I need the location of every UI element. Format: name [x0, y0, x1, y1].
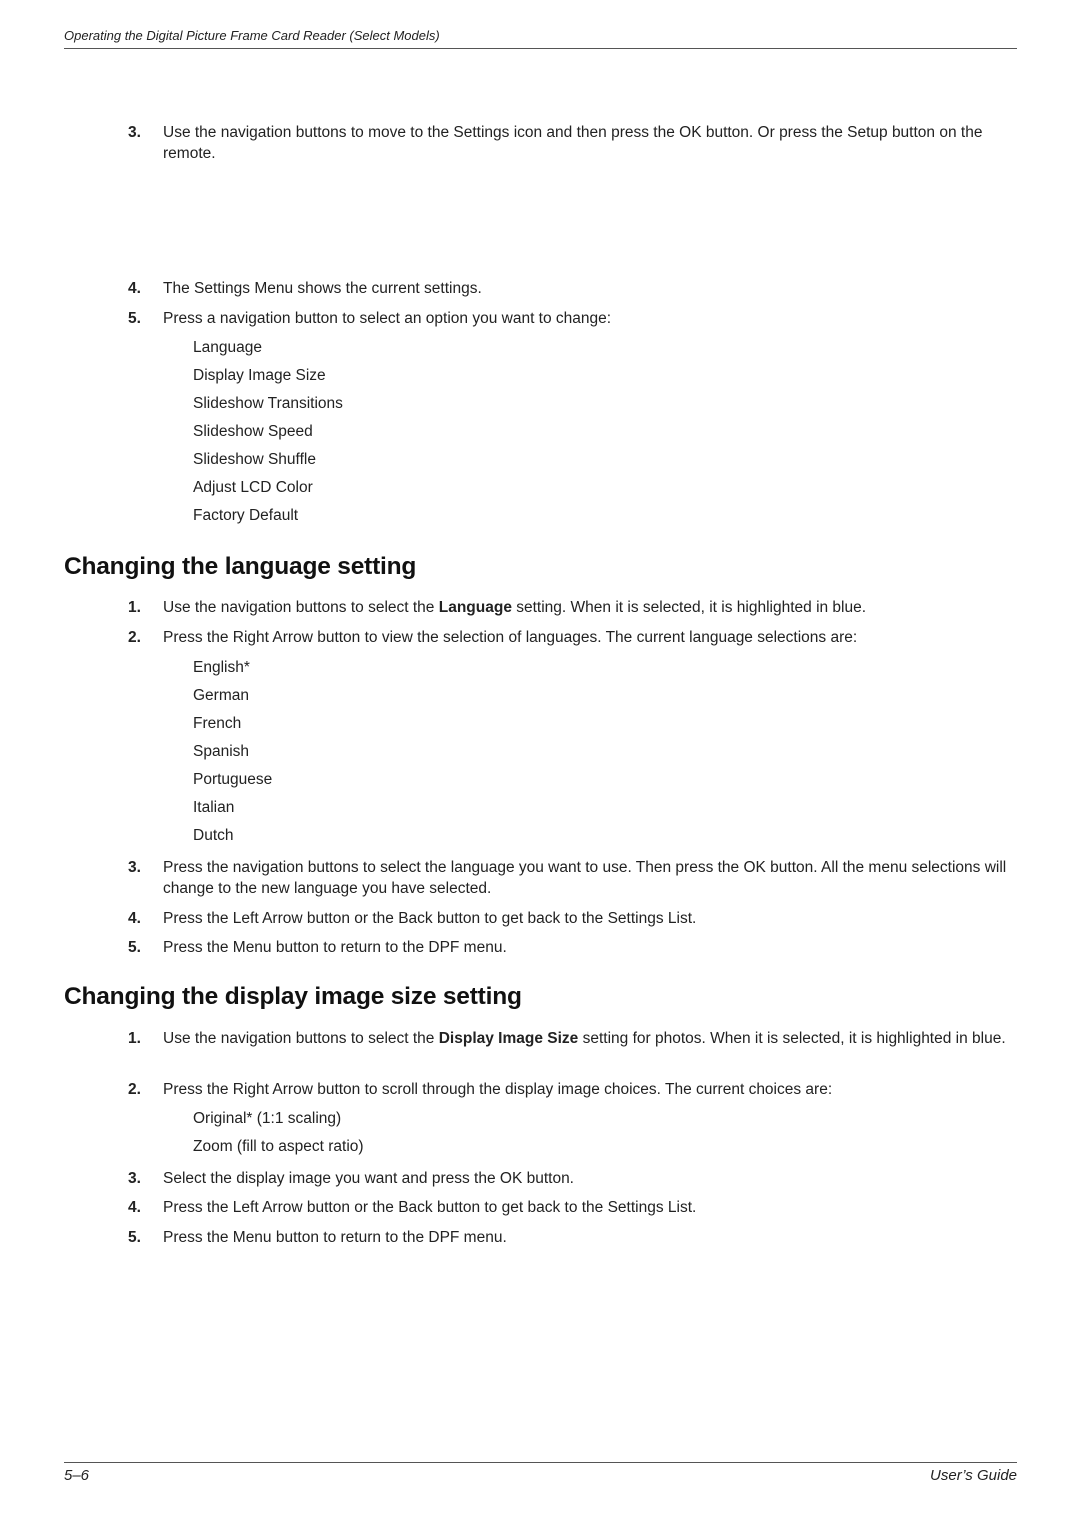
- step-text-bold: Language: [438, 599, 512, 616]
- step-text: Select the display image you want and pr…: [163, 1170, 574, 1187]
- step-text: Press the Left Arrow button or the Back …: [163, 1199, 697, 1216]
- language-section-heading: Changing the language setting: [64, 553, 417, 580]
- language-option: French: [193, 715, 242, 732]
- display-choice: Zoom (fill to aspect ratio): [193, 1138, 364, 1155]
- step-text: Press the navigation buttons to select t…: [163, 859, 1007, 897]
- step-number: 3.: [128, 859, 141, 876]
- intro-step-4: 4. The Settings Menu shows the current s…: [64, 278, 1019, 299]
- language-option: Portuguese: [193, 771, 273, 788]
- display-step-4: 4. Press the Left Arrow button or the Ba…: [64, 1197, 1019, 1218]
- header-rule: [64, 48, 1017, 49]
- step-number: 1.: [128, 599, 141, 616]
- display-choices-list: Original* (1:1 scaling) Zoom (fill to as…: [64, 1105, 1019, 1161]
- language-options-list: English* German French Spanish Portugues…: [64, 654, 1019, 850]
- display-section-heading: Changing the display image size setting: [64, 983, 522, 1010]
- step-number: 2.: [128, 629, 141, 646]
- guide-title: User’s Guide: [930, 1467, 1017, 1484]
- settings-option: Slideshow Transitions: [193, 395, 343, 412]
- step-number: 4.: [128, 910, 141, 927]
- language-step-2: 2. Press the Right Arrow button to view …: [64, 627, 1019, 648]
- step-number: 3.: [128, 1170, 141, 1187]
- step-text-post: setting for photos. When it is selected,…: [578, 1030, 1006, 1047]
- running-header: Operating the Digital Picture Frame Card…: [64, 28, 440, 43]
- language-option: Italian: [193, 799, 235, 816]
- step-text-pre: Use the navigation buttons to select the: [163, 1030, 439, 1047]
- step-text: Press a navigation button to select an o…: [163, 310, 612, 327]
- language-step-1: 1. Use the navigation buttons to select …: [64, 597, 1019, 618]
- display-step-5: 5. Press the Menu button to return to th…: [64, 1227, 1019, 1248]
- language-option: Dutch: [193, 827, 234, 844]
- step-number: 3.: [128, 124, 141, 141]
- step-text: Press the Menu button to return to the D…: [163, 939, 507, 956]
- display-step-2: 2. Press the Right Arrow button to scrol…: [64, 1079, 1019, 1100]
- step-number: 5.: [128, 939, 141, 956]
- step-number: 5.: [128, 1229, 141, 1246]
- settings-option: Adjust LCD Color: [193, 479, 313, 496]
- language-option: Spanish: [193, 743, 250, 760]
- step-text-pre: Use the navigation buttons to select the: [163, 599, 439, 616]
- settings-options-list: Language Display Image Size Slideshow Tr…: [64, 334, 1019, 530]
- intro-step-3: 3. Use the navigation buttons to move to…: [64, 122, 1019, 164]
- intro-step-5: 5. Press a navigation button to select a…: [64, 308, 1019, 329]
- step-text: Press the Menu button to return to the D…: [163, 1229, 507, 1246]
- step-number: 2.: [128, 1081, 141, 1098]
- step-text-bold: Display Image Size: [438, 1030, 579, 1047]
- settings-option: Slideshow Speed: [193, 423, 313, 440]
- settings-option: Factory Default: [193, 507, 299, 524]
- display-step-3: 3. Select the display image you want and…: [64, 1168, 1019, 1189]
- footer-rule: [64, 1462, 1017, 1463]
- language-step-5: 5. Press the Menu button to return to th…: [64, 937, 1019, 958]
- step-text: Use the navigation buttons to move to th…: [163, 124, 983, 162]
- language-step-3: 3. Press the navigation buttons to selec…: [64, 857, 1019, 899]
- settings-option: Language: [193, 339, 262, 356]
- page-number: 5–6: [64, 1467, 90, 1484]
- display-step-1: 1. Use the navigation buttons to select …: [64, 1028, 1019, 1049]
- settings-option: Display Image Size: [193, 367, 326, 384]
- step-number: 1.: [128, 1030, 141, 1047]
- step-text: Press the Right Arrow button to view the…: [163, 629, 858, 646]
- step-text-post: setting. When it is selected, it is high…: [511, 599, 867, 616]
- settings-option: Slideshow Shuffle: [193, 451, 316, 468]
- language-step-4: 4. Press the Left Arrow button or the Ba…: [64, 908, 1019, 929]
- language-option: German: [193, 687, 249, 704]
- display-choice: Original* (1:1 scaling): [193, 1110, 342, 1127]
- step-number: 4.: [128, 1199, 141, 1216]
- language-option: English*: [193, 659, 250, 676]
- step-text: Press the Left Arrow button or the Back …: [163, 910, 697, 927]
- step-number: 5.: [128, 310, 141, 327]
- step-text: The Settings Menu shows the current sett…: [163, 280, 482, 297]
- step-number: 4.: [128, 280, 141, 297]
- step-text: Press the Right Arrow button to scroll t…: [163, 1081, 833, 1098]
